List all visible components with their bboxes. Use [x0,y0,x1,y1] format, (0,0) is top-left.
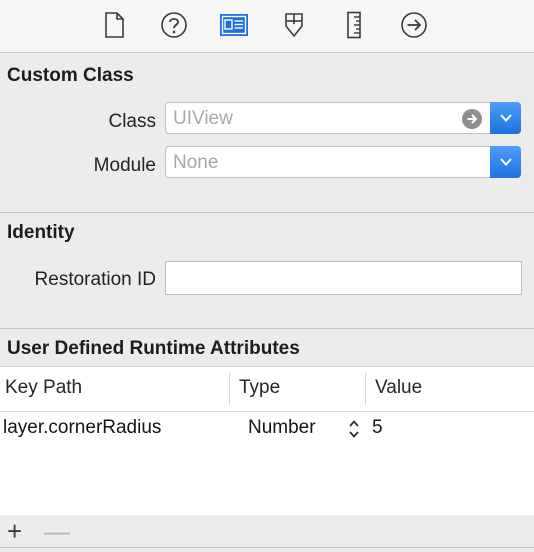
divider [0,547,534,548]
class-label: Class [108,111,156,132]
column-header-value[interactable]: Value [375,377,422,399]
navigate-arrow-icon[interactable] [462,109,482,129]
restoration-id-field[interactable] [165,261,522,295]
ruler-icon [347,11,361,39]
custom-class-section: Custom Class Class UIView Module None [0,53,534,213]
column-header-type[interactable]: Type [239,377,280,399]
column-divider[interactable] [229,373,230,405]
class-combo-box[interactable]: UIView [165,102,521,134]
question-mark-icon [161,12,187,38]
column-divider[interactable] [365,373,366,405]
table-header: Key Path Type Value [0,367,534,412]
value-cell[interactable]: 5 [372,417,383,439]
module-combo-box[interactable]: None [165,146,521,178]
class-field-value: UIView [173,108,233,129]
add-attribute-button[interactable]: + [7,517,22,545]
size-inspector-tab[interactable] [339,10,369,40]
runtime-attributes-table: Key Path Type Value layer.cornerRadius N… [0,366,534,516]
arrow-circle-icon [401,12,427,38]
connections-inspector-tab[interactable] [399,10,429,40]
type-stepper-icon[interactable] [347,418,361,446]
identity-section: Identity Restoration ID [0,213,534,329]
column-header-key-path[interactable]: Key Path [5,377,82,399]
inspector-tab-bar [0,0,534,53]
quick-help-tab[interactable] [159,10,189,40]
file-icon [105,12,124,38]
identity-inspector-tab[interactable] [219,10,249,40]
section-title: Identity [7,222,75,243]
chevron-down-icon [499,114,512,122]
runtime-attributes-title: User Defined Runtime Attributes [7,338,300,359]
class-dropdown-button[interactable] [490,102,521,134]
chevron-down-icon [499,158,512,166]
key-path-cell[interactable]: layer.cornerRadius [3,417,161,439]
module-field-value: None [173,152,219,173]
module-label: Module [93,155,156,176]
file-inspector-tab[interactable] [99,10,129,40]
type-cell[interactable]: Number [248,417,316,439]
attributes-inspector-tab[interactable] [279,10,309,40]
section-title: Custom Class [7,65,134,86]
remove-attribute-button[interactable]: — [44,517,70,545]
identity-card-icon [220,14,248,36]
attributes-shield-icon [285,13,303,38]
module-dropdown-button[interactable] [490,146,521,178]
restoration-id-label: Restoration ID [34,269,156,290]
